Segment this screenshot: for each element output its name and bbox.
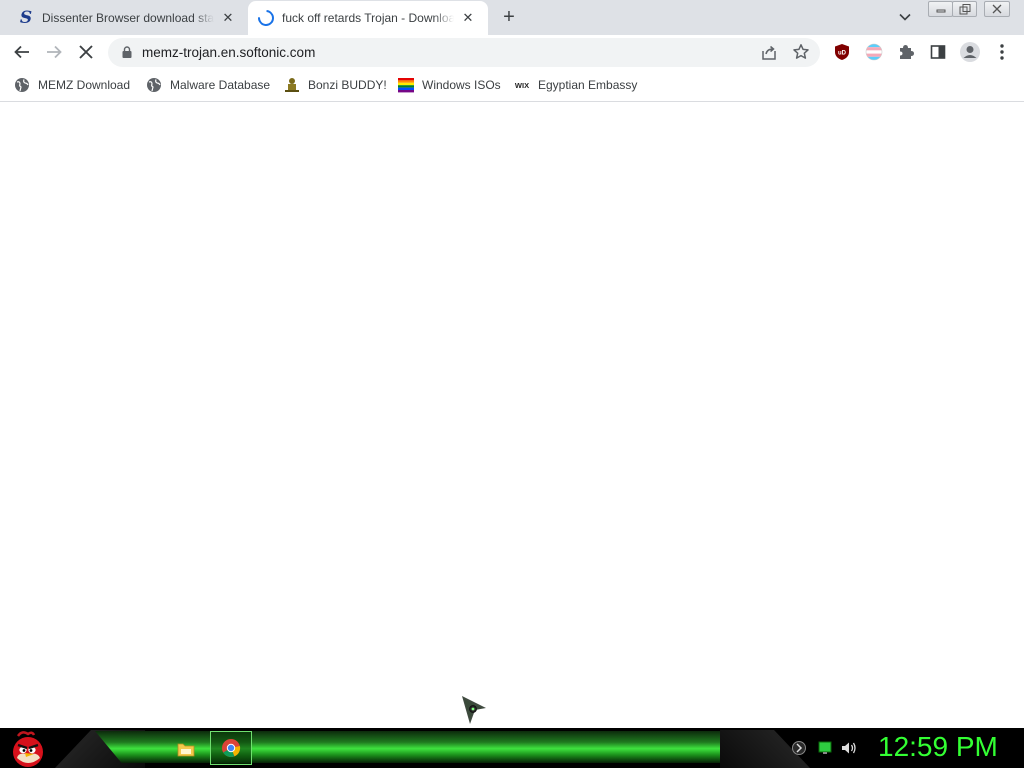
bookmark-windows-isos[interactable]: Windows ISOs bbox=[398, 75, 501, 95]
taskbar-file-explorer[interactable] bbox=[172, 736, 200, 762]
browser-toolbar: memz-trojan.en.softonic.com uD bbox=[0, 35, 1024, 69]
extensions-button[interactable] bbox=[894, 40, 918, 64]
tab-memz-trojan[interactable]: fuck off retards Trojan - Download ✕ bbox=[248, 1, 488, 35]
tab-title: Dissenter Browser download standalone in… bbox=[42, 11, 214, 25]
bonzi-icon bbox=[284, 77, 300, 93]
loading-spinner-icon bbox=[254, 6, 278, 30]
start-button-angry-bird-icon[interactable] bbox=[8, 730, 48, 768]
close-tab-icon[interactable]: ✕ bbox=[460, 10, 476, 26]
bookmark-label: MEMZ Download bbox=[38, 78, 131, 92]
taskbar-chrome[interactable] bbox=[210, 731, 252, 765]
close-icon bbox=[992, 4, 1002, 14]
bookmark-bonzi-buddy[interactable]: Bonzi BUDDY! bbox=[284, 75, 387, 95]
kebab-menu-icon bbox=[1000, 44, 1004, 60]
restore-button[interactable] bbox=[952, 1, 977, 17]
svg-text:WIX: WIX bbox=[515, 81, 529, 90]
folder-icon bbox=[177, 743, 195, 757]
bookmark-label: Bonzi BUDDY! bbox=[308, 78, 387, 92]
tray-app-icon[interactable] bbox=[790, 739, 808, 757]
tab-dissenter[interactable]: S Dissenter Browser download standalone … bbox=[12, 1, 248, 35]
svg-text:uD: uD bbox=[838, 51, 847, 57]
mouse-cursor-icon bbox=[462, 696, 486, 724]
volume-icon[interactable] bbox=[840, 739, 858, 757]
bookmark-label: Windows ISOs bbox=[422, 78, 501, 92]
softonic-s-icon: S bbox=[19, 8, 33, 28]
bookmark-egyptian-embassy[interactable]: WIX Egyptian Embassy bbox=[514, 75, 637, 95]
bookmark-label: Egyptian Embassy bbox=[538, 78, 638, 92]
tab-strip: S Dissenter Browser download standalone … bbox=[0, 0, 1024, 35]
chrome-icon bbox=[222, 739, 241, 758]
bookmark-memz-download[interactable]: MEMZ Download bbox=[14, 75, 130, 95]
restore-icon bbox=[959, 3, 970, 14]
side-panel-button[interactable] bbox=[926, 40, 950, 64]
url-text[interactable]: memz-trojan.en.softonic.com bbox=[142, 45, 315, 60]
tab-search-chevron-icon[interactable] bbox=[897, 9, 913, 25]
wix-icon: WIX bbox=[514, 77, 530, 93]
back-button[interactable] bbox=[10, 40, 34, 64]
forward-button[interactable] bbox=[42, 40, 66, 64]
system-tray bbox=[786, 738, 866, 760]
stop-loading-button[interactable] bbox=[74, 40, 98, 64]
network-icon[interactable] bbox=[816, 739, 834, 757]
minimize-icon bbox=[936, 9, 945, 13]
new-tab-button[interactable]: + bbox=[499, 7, 519, 28]
avatar-icon bbox=[960, 42, 980, 62]
share-icon[interactable] bbox=[760, 44, 778, 62]
back-arrow-icon bbox=[14, 45, 29, 59]
ublock-origin-extension[interactable]: uD bbox=[830, 40, 854, 64]
screen: S Dissenter Browser download standalone … bbox=[0, 0, 1024, 768]
stop-x-icon bbox=[79, 45, 93, 59]
tab-title: fuck off retards Trojan - Download bbox=[282, 11, 454, 25]
page-content[interactable] bbox=[0, 103, 1024, 728]
profile-button[interactable] bbox=[958, 40, 982, 64]
globe-icon bbox=[14, 77, 30, 93]
address-bar[interactable]: memz-trojan.en.softonic.com bbox=[108, 38, 820, 67]
rainbow-flag-icon bbox=[398, 77, 414, 93]
chrome-menu-button[interactable] bbox=[990, 40, 1014, 64]
trans-flag-extension[interactable] bbox=[862, 40, 886, 64]
close-tab-icon[interactable]: ✕ bbox=[220, 10, 236, 26]
forward-arrow-icon bbox=[47, 45, 62, 59]
taskbar-clock[interactable]: 12:59 PM bbox=[878, 731, 998, 763]
side-panel-icon bbox=[930, 45, 946, 59]
close-window-button[interactable] bbox=[984, 1, 1010, 17]
bookmark-malware-database[interactable]: Malware Database bbox=[146, 75, 270, 95]
trans-flag-icon bbox=[865, 43, 883, 61]
bookmarks-bar: MEMZ Download Malware Database Bonzi BUD… bbox=[0, 69, 1024, 102]
lock-icon[interactable] bbox=[120, 45, 134, 59]
taskbar: 12:59 PM bbox=[0, 728, 1024, 768]
globe-icon bbox=[146, 77, 162, 93]
minimize-button[interactable] bbox=[928, 1, 953, 17]
puzzle-piece-icon bbox=[900, 45, 914, 59]
ublock-shield-icon: uD bbox=[835, 44, 849, 60]
bookmark-star-icon[interactable] bbox=[792, 43, 810, 61]
bookmark-label: Malware Database bbox=[170, 78, 271, 92]
